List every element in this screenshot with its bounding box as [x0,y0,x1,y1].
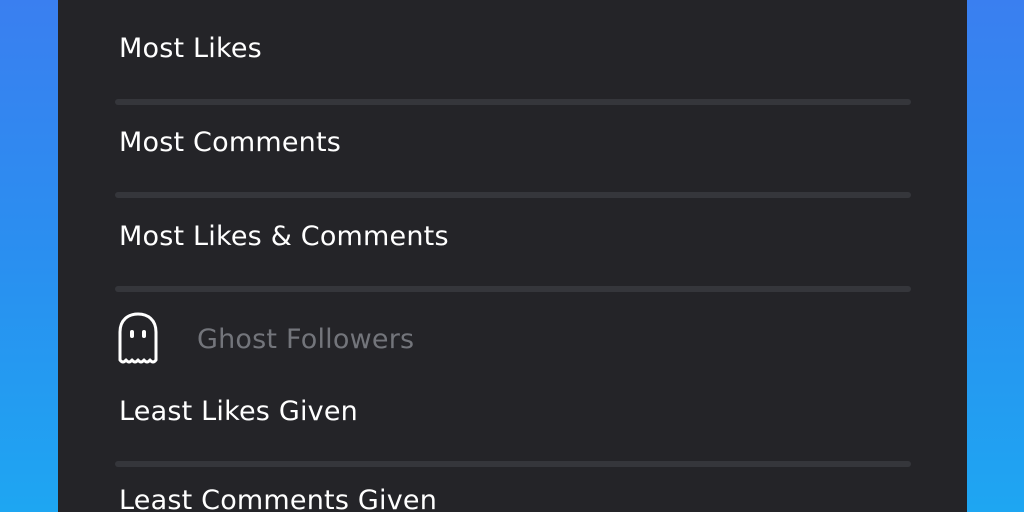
divider [115,286,911,292]
divider [115,192,911,198]
sort-option-most-likes-and-comments[interactable]: Most Likes & Comments [119,221,449,253]
sort-option-most-likes[interactable]: Most Likes [119,33,262,65]
likes-sort-icon [120,0,182,10]
sort-option-least-likes-given[interactable]: Least Likes Given [119,396,358,428]
divider [115,99,911,105]
divider [115,461,911,467]
sort-option-most-comments[interactable]: Most Comments [119,127,341,159]
sort-option-least-comments-given[interactable]: Least Comments Given [119,485,437,512]
section-title-ghost-followers: Ghost Followers [197,324,415,355]
ghost-icon [118,312,158,364]
menu-panel [58,0,967,512]
